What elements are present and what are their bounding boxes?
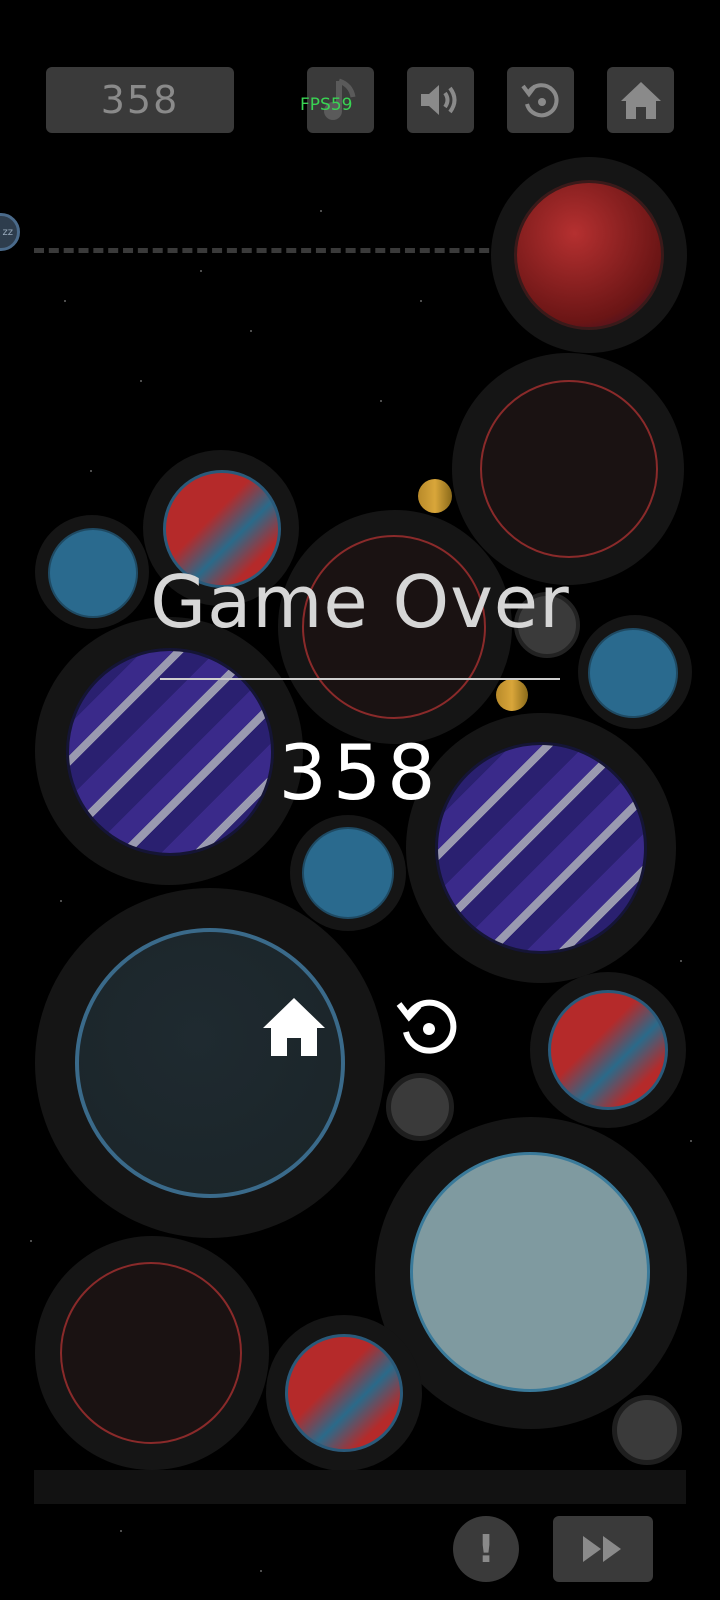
game-over-divider [160,678,560,680]
game-over-title: Game Over [150,560,570,644]
floor-strip [34,1470,686,1504]
home-icon [263,998,325,1056]
fast-forward-icon [583,1536,621,1562]
restart-icon [396,999,457,1054]
final-score: 358 [278,728,442,817]
fast-forward-button[interactable] [553,1516,653,1582]
game-over-restart-button[interactable] [393,992,463,1062]
warning-button[interactable]: ! [453,1516,519,1582]
game-over-home-button[interactable] [259,992,329,1062]
